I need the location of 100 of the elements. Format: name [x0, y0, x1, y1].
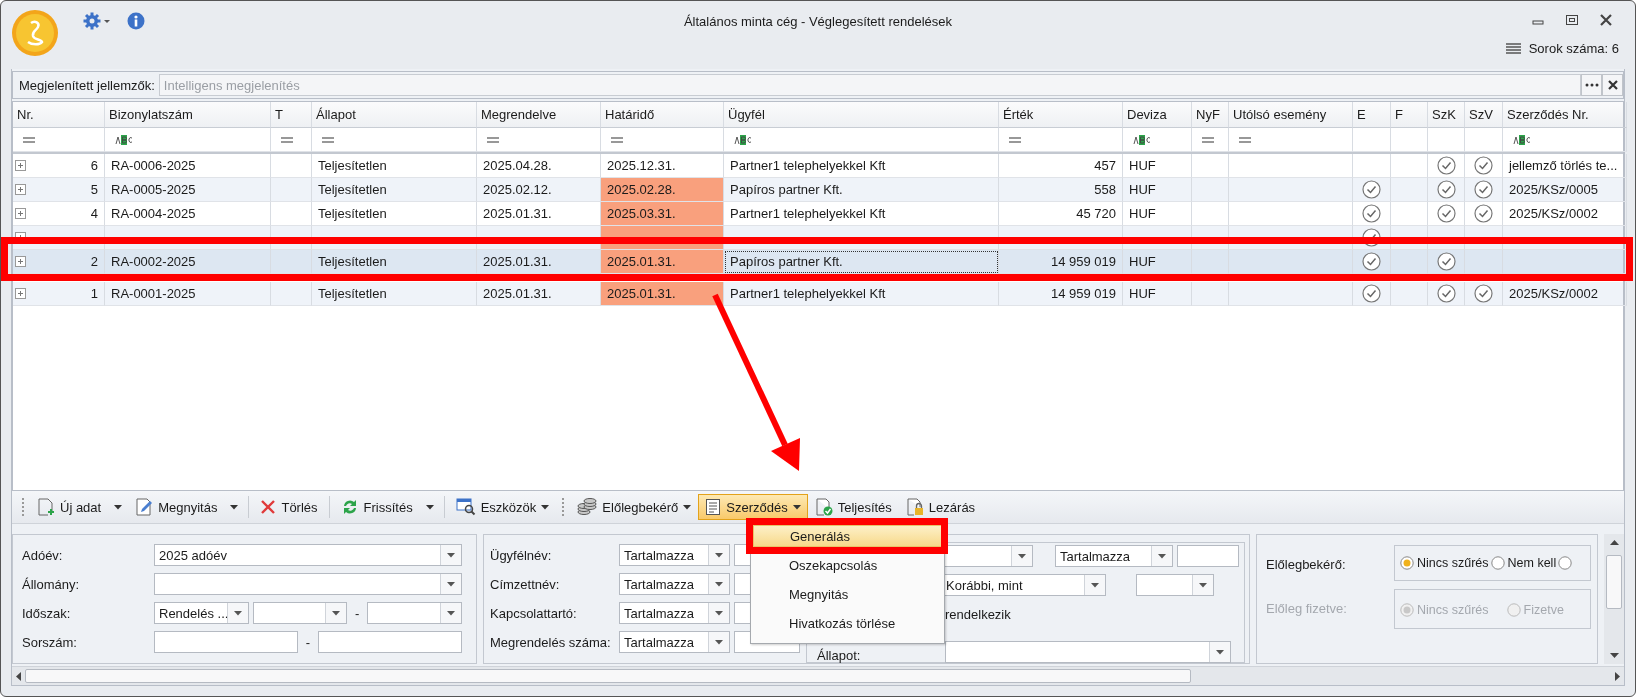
text-filter-icon[interactable] — [1513, 134, 1531, 145]
column-header[interactable]: Deviza — [1123, 102, 1192, 128]
restore-icon[interactable] — [1565, 13, 1579, 27]
horizontal-scrollbar[interactable] — [12, 666, 1624, 685]
menu-item[interactable]: Oszekapcsolás — [753, 554, 942, 576]
select-field[interactable]: Tartalmazza — [619, 602, 730, 624]
caret-icon — [332, 610, 341, 616]
caret-icon — [792, 504, 801, 510]
radio-button[interactable] — [1400, 556, 1414, 570]
radio-button[interactable] — [1490, 556, 1505, 570]
menu-item[interactable]: Megnyitás — [753, 583, 942, 605]
menu-item[interactable]: Generálás — [753, 525, 942, 547]
expand-icon[interactable] — [15, 208, 26, 219]
select-field[interactable] — [154, 573, 462, 595]
filter-cell[interactable] — [1391, 128, 1428, 152]
table-cell: 4 — [90, 206, 98, 221]
caret-icon — [1018, 553, 1026, 559]
scroll-up-icon[interactable] — [1609, 540, 1619, 545]
table-cell: 14 959 019 — [999, 282, 1123, 306]
column-header[interactable]: Szerződés Nr. — [1503, 102, 1627, 128]
equals-icon[interactable] — [1009, 136, 1021, 143]
column-header[interactable]: SzK — [1428, 102, 1465, 128]
select-field[interactable] — [252, 602, 348, 624]
text-filter-icon[interactable] — [115, 134, 133, 145]
column-header[interactable]: E — [1353, 102, 1391, 128]
column-header[interactable]: Határidő — [601, 102, 724, 128]
close-icon[interactable] — [1599, 13, 1613, 27]
toolbar-button[interactable]: Új adat — [30, 494, 109, 520]
expand-icon[interactable] — [15, 256, 26, 267]
caret-icon — [230, 504, 239, 510]
vertical-scrollbar[interactable] — [1604, 534, 1624, 664]
more-icon — [1584, 83, 1599, 87]
column-header[interactable]: Ügyfél — [724, 102, 999, 128]
column-header[interactable]: F — [1391, 102, 1428, 128]
document-icon — [705, 498, 722, 516]
caret-icon — [425, 504, 434, 510]
equals-icon[interactable] — [611, 136, 623, 143]
new-document-icon — [37, 498, 55, 516]
column-header[interactable]: Megrendelve — [477, 102, 601, 128]
table-row[interactable]: 2 RA-0002-2025 Teljesítetlen 2025.01.31. 2025.01.31. Papíros partner Kft. 14 959 019 HUF — [13, 250, 1623, 274]
select-field[interactable]: Tartalmazza — [619, 544, 730, 566]
clear-button[interactable] — [1602, 74, 1623, 96]
column-header[interactable]: Nr. — [13, 102, 105, 128]
toolbar-button[interactable]: Törlés — [253, 494, 325, 520]
toolbar-button[interactable]: Frissítés — [333, 494, 420, 520]
toolbar-button[interactable]: Eszközök — [448, 494, 557, 520]
select-field[interactable] — [1136, 574, 1214, 596]
menu-item[interactable]: Hivatkozás törlése — [753, 612, 942, 634]
select-field[interactable] — [945, 641, 1231, 663]
column-header[interactable]: Utólsó esemény — [1229, 102, 1353, 128]
radio-button[interactable] — [1558, 556, 1573, 570]
select-field[interactable]: Rendelés ... — [154, 602, 249, 624]
scroll-left-icon[interactable] — [16, 671, 21, 681]
table-cell: 2025/KSz/0002 — [1503, 282, 1627, 306]
toolbar-button[interactable]: Szerződés — [698, 494, 808, 520]
filter-cell[interactable] — [1353, 128, 1391, 152]
select-field[interactable] — [367, 602, 462, 624]
equals-icon[interactable] — [1239, 136, 1251, 143]
select-field[interactable]: Tartalmazza — [619, 573, 730, 595]
text-filter-icon[interactable] — [1133, 134, 1151, 145]
input-field[interactable] — [318, 631, 462, 653]
text-filter-icon[interactable] — [734, 134, 752, 145]
expand-icon[interactable] — [15, 288, 26, 299]
column-header[interactable]: NyF — [1192, 102, 1229, 128]
display-field[interactable]: Intelligens megjelenítés — [158, 74, 1581, 96]
select-field[interactable]: 2025 adóév — [154, 544, 462, 566]
scroll-right-icon[interactable] — [1615, 671, 1620, 681]
column-header[interactable]: Állapot — [312, 102, 477, 128]
row-count: Sorok száma: 6 — [1528, 41, 1619, 56]
column-header[interactable]: Érték — [999, 102, 1123, 128]
close-icon — [1607, 80, 1618, 90]
equals-icon[interactable] — [23, 136, 35, 143]
settings-icon[interactable] — [83, 12, 111, 30]
select-field[interactable]: Tartalmazza — [1055, 545, 1173, 567]
expand-icon[interactable] — [15, 160, 26, 171]
equals-icon[interactable] — [487, 136, 499, 143]
toolbar-button[interactable]: Megnyitás — [128, 494, 225, 520]
toolbar-button[interactable]: Lezárás — [898, 494, 983, 520]
caret-icon — [1199, 582, 1207, 588]
equals-icon[interactable] — [1202, 136, 1214, 143]
expand-icon[interactable] — [15, 184, 26, 195]
column-header[interactable]: SzV — [1465, 102, 1503, 128]
filter-cell[interactable] — [1465, 128, 1503, 152]
select-field[interactable]: Tartalmazza — [619, 631, 730, 653]
equals-icon[interactable] — [322, 136, 334, 143]
scroll-down-icon[interactable] — [1609, 653, 1619, 658]
logo-icon[interactable] — [11, 9, 59, 57]
input-field[interactable] — [1177, 545, 1239, 567]
table-cell: Partner1 telephelyekkel Kft — [724, 282, 999, 306]
column-header[interactable]: T — [271, 102, 312, 128]
input-field[interactable] — [154, 631, 298, 653]
toolbar-button[interactable]: Teljesítés — [807, 494, 899, 520]
table-cell: RA-0001-2025 — [105, 282, 271, 306]
more-button[interactable] — [1581, 74, 1602, 96]
toolbar-button[interactable]: Előlegbekérő — [570, 494, 699, 520]
equals-icon[interactable] — [281, 136, 293, 143]
column-header[interactable]: Bizonylatszám — [105, 102, 271, 128]
table-cell: 2025.01.31. — [601, 282, 724, 306]
info-icon[interactable] — [127, 12, 145, 30]
filter-cell[interactable] — [1428, 128, 1465, 152]
